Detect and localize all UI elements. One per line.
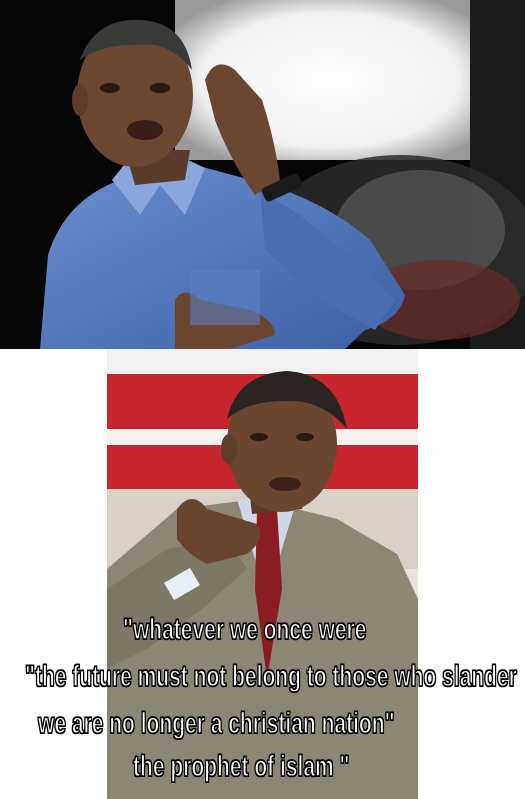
- caption-line-1: "whatever we once were: [123, 612, 367, 646]
- caption-line-3: we are no longer a christian nation": [38, 706, 396, 740]
- top-photo: [0, 0, 525, 349]
- top-photo-illustration: [0, 0, 525, 349]
- caption-line-4: the prophet of islam ": [133, 749, 350, 783]
- caption-line-2: "the future must not belong to those who…: [25, 659, 518, 693]
